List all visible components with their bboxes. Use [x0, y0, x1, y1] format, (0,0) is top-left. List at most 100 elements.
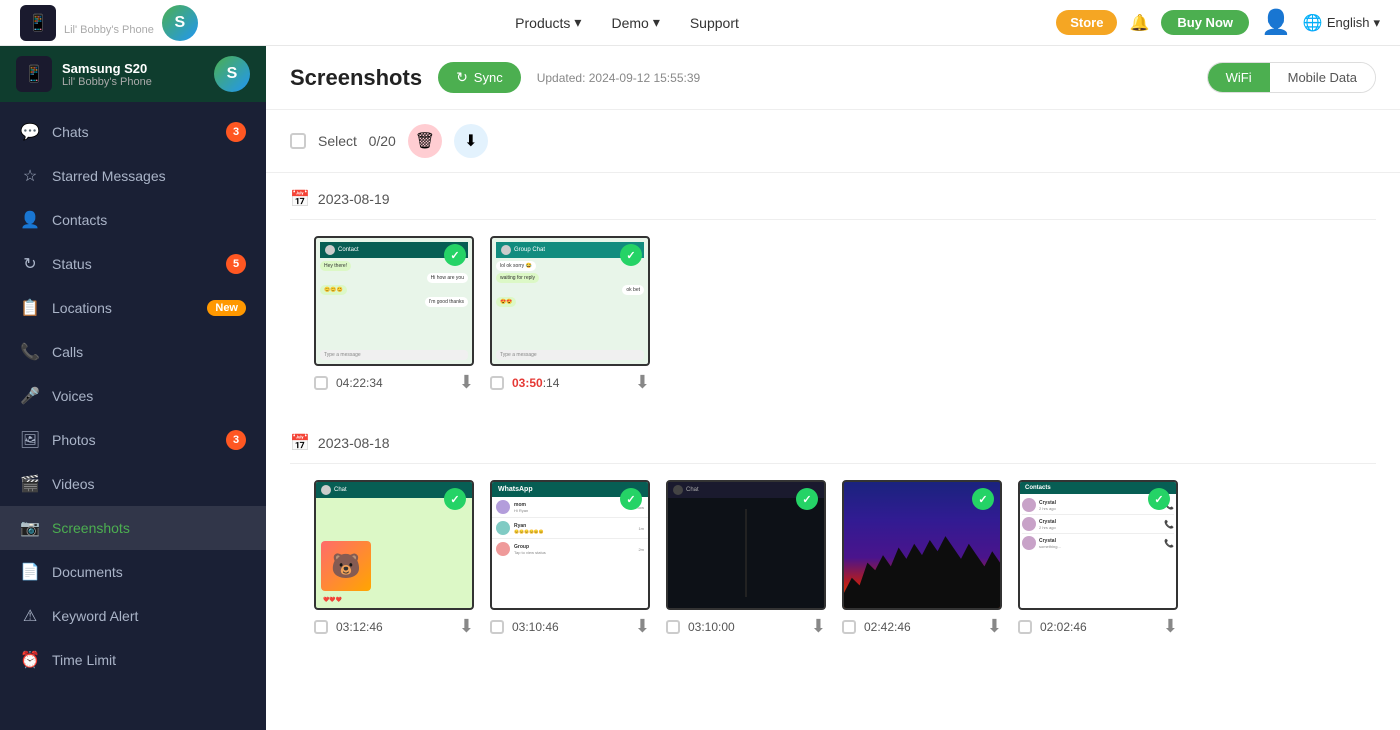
sidebar-item-contacts[interactable]: 👤 Contacts	[0, 198, 266, 242]
mobile-data-button[interactable]: Mobile Data	[1270, 63, 1375, 92]
sidebar-item-screenshots[interactable]: 📷 Screenshots	[0, 506, 266, 550]
device-avatar: S	[162, 5, 198, 41]
date-text: 2023-08-19	[318, 191, 390, 207]
sync-button[interactable]: ↻ Sync	[438, 62, 521, 93]
whatsapp-badge: ✓	[796, 488, 818, 510]
sidebar-item-status[interactable]: ↻ Status 5	[0, 242, 266, 286]
sidebar-item-locations[interactable]: 📋 Locations New	[0, 286, 266, 330]
sidebar-item-documents[interactable]: 📄 Documents	[0, 550, 266, 594]
sidebar-item-calls[interactable]: 📞 Calls	[0, 330, 266, 374]
store-button[interactable]: Store	[1056, 10, 1117, 35]
user-icon[interactable]: 👤	[1261, 8, 1291, 37]
download-icon[interactable]: ⬇	[635, 372, 650, 393]
screenshot-time: 03:10:00	[688, 620, 803, 634]
screenshot-thumbnail[interactable]: ✓ Group Chat lol ok sorry 😂 waiting for …	[490, 236, 650, 366]
screenshot-thumbnail[interactable]: ✓ Chat 🐻 ❤️❤️❤️	[314, 480, 474, 610]
download-icon[interactable]: ⬇	[1163, 616, 1178, 637]
sidebar-label: Starred Messages	[52, 168, 246, 184]
top-navigation: 📱 Samsung S20 Lil' Bobby's Phone S Produ…	[0, 0, 1400, 46]
screenshot-checkbox[interactable]	[842, 620, 856, 634]
sidebar-item-chats[interactable]: 💬 Chats 3	[0, 110, 266, 154]
keyword-alert-icon: ⚠	[20, 606, 40, 626]
calendar-icon: 📅	[290, 433, 310, 453]
download-all-button[interactable]: ⬇	[454, 124, 488, 158]
screenshot-time: 03:12:46	[336, 620, 451, 634]
screenshot-checkbox[interactable]	[314, 376, 328, 390]
whatsapp-badge: ✓	[444, 488, 466, 510]
page-title: Screenshots	[290, 65, 422, 91]
screenshot-checkbox[interactable]	[1018, 620, 1032, 634]
sidebar-label: Locations	[52, 300, 207, 316]
trash-icon: 🗑	[415, 131, 435, 151]
screenshot-thumbnail[interactable]: ✓ Contacts Crystal 2 hrs ago	[1018, 480, 1178, 610]
sidebar-item-time-limit[interactable]: ⏰ Time Limit	[0, 638, 266, 682]
language-selector[interactable]: 🌐 English ▾	[1303, 13, 1380, 33]
sidebar-item-keyword-alert[interactable]: ⚠ Keyword Alert	[0, 594, 266, 638]
sidebar-item-photos[interactable]: 🖼 Photos 3	[0, 418, 266, 462]
device-icon: 📱	[20, 5, 56, 41]
whatsapp-badge: ✓	[1148, 488, 1170, 510]
download-icon[interactable]: ⬇	[987, 616, 1002, 637]
sidebar-label: Voices	[52, 388, 246, 404]
nav-right: Store 🔔 Buy Now 👤 🌐 English ▾	[1056, 8, 1380, 37]
screenshot-thumbnail[interactable]: ✓	[842, 480, 1002, 610]
device-selector[interactable]: 📱 Samsung S20 Lil' Bobby's Phone S	[20, 5, 198, 41]
nav-support[interactable]: Support	[690, 15, 739, 31]
screenshots-row: ✓ Chat 🐻 ❤️❤️❤️	[290, 480, 1376, 653]
status-badge: 5	[226, 254, 246, 274]
locations-new-badge: New	[207, 300, 246, 316]
connection-toggle: WiFi Mobile Data	[1207, 62, 1376, 93]
calendar-icon: 📅	[290, 189, 310, 209]
nav-center: Products ▾ Demo ▾ Support	[198, 14, 1056, 31]
sidebar-item-videos[interactable]: 🎬 Videos	[0, 462, 266, 506]
download-icon[interactable]: ⬇	[811, 616, 826, 637]
screenshots-body: Select 0/20 🗑 ⬇ 📅 2023-08-19	[266, 110, 1400, 730]
screenshot-thumbnail[interactable]: ✓ Contact Hey there! Hi how are you 😊😊😊	[314, 236, 474, 366]
screenshot-checkbox[interactable]	[490, 620, 504, 634]
contacts-icon: 👤	[20, 210, 40, 230]
bell-icon: 🔔	[1129, 15, 1149, 32]
nav-demo[interactable]: Demo ▾	[611, 14, 659, 31]
device-phone-label: Lil' Bobby's Phone	[64, 24, 154, 36]
screenshot-checkbox[interactable]	[490, 376, 504, 390]
screenshot-checkbox[interactable]	[314, 620, 328, 634]
screenshot-card: ✓ 02:42:46 ⬇	[842, 480, 1002, 637]
sidebar-label: Screenshots	[52, 520, 246, 536]
date-group-2: 📅 2023-08-18 ✓ Chat	[266, 417, 1400, 661]
chevron-down-icon: ▾	[653, 14, 660, 31]
screenshot-checkbox[interactable]	[666, 620, 680, 634]
wifi-button[interactable]: WiFi	[1208, 63, 1270, 92]
sidebar-label: Keyword Alert	[52, 608, 246, 624]
buy-now-button[interactable]: Buy Now	[1161, 10, 1249, 35]
screenshot-thumbnail[interactable]: ✓ Chat	[666, 480, 826, 610]
screenshot-thumbnail[interactable]: ✓ WhatsApp mom Hi Ryan	[490, 480, 650, 610]
main-content: Screenshots ↻ Sync Updated: 2024-09-12 1…	[266, 46, 1400, 730]
screenshot-card: ✓ WhatsApp mom Hi Ryan	[490, 480, 650, 637]
notification-bell[interactable]: 🔔	[1129, 13, 1149, 33]
main-layout: 📱 Samsung S20 Lil' Bobby's Phone S 💬 Cha…	[0, 46, 1400, 730]
download-icon[interactable]: ⬇	[459, 616, 474, 637]
screenshot-time: 02:02:46	[1040, 620, 1155, 634]
sidebar-item-voices[interactable]: 🎤 Voices	[0, 374, 266, 418]
date-group-1: 📅 2023-08-19 ✓ Contact	[266, 173, 1400, 417]
updated-timestamp: Updated: 2024-09-12 15:55:39	[537, 71, 700, 85]
screenshot-card: ✓ Contact Hey there! Hi how are you 😊😊😊	[314, 236, 474, 393]
sidebar: 📱 Samsung S20 Lil' Bobby's Phone S 💬 Cha…	[0, 46, 266, 730]
sidebar-label: Contacts	[52, 212, 246, 228]
select-all-checkbox[interactable]	[290, 133, 306, 149]
download-icon[interactable]: ⬇	[635, 616, 650, 637]
date-text: 2023-08-18	[318, 435, 390, 451]
sidebar-label: Chats	[52, 124, 226, 140]
delete-button[interactable]: 🗑	[408, 124, 442, 158]
screenshots-row: ✓ Contact Hey there! Hi how are you 😊😊😊	[290, 236, 1376, 409]
nav-products[interactable]: Products ▾	[515, 14, 581, 31]
chat-icon: 💬	[20, 122, 40, 142]
photos-badge: 3	[226, 430, 246, 450]
status-icon: ↻	[20, 254, 40, 274]
sidebar-item-starred[interactable]: ☆ Starred Messages	[0, 154, 266, 198]
download-icon[interactable]: ⬇	[459, 372, 474, 393]
sidebar-label: Status	[52, 256, 226, 272]
screenshot-card: ✓ Group Chat lol ok sorry 😂 waiting for …	[490, 236, 650, 393]
chats-badge: 3	[226, 122, 246, 142]
whatsapp-badge: ✓	[444, 244, 466, 266]
